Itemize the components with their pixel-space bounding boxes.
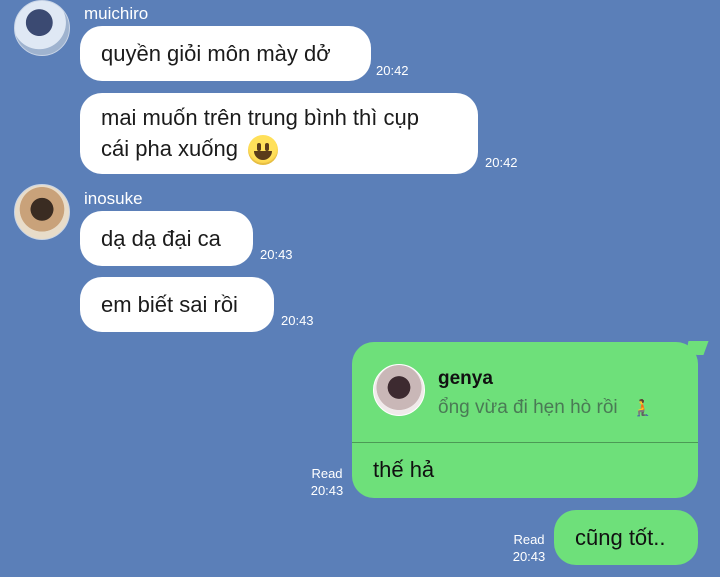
avatar-inosuke[interactable] [14, 184, 70, 240]
reply-avatar-genya [373, 364, 425, 416]
grinning-face-emoji-icon [248, 135, 279, 166]
message-bubble[interactable]: dạ dạ đại ca [80, 211, 253, 266]
message-bubble[interactable]: em biết sai rồi [80, 277, 274, 332]
reply-sender-name: genya [438, 368, 493, 389]
read-label: Read [311, 466, 343, 481]
reply-quoted-text-row: ổng vừa đi hẹn hò rồi 🧎 [438, 397, 653, 419]
message-bubble[interactable]: cũng tốt.. [554, 510, 698, 565]
message-time: 20:43 [281, 313, 314, 328]
message-time: 20:42 [376, 63, 409, 78]
reply-message-bubble[interactable]: genya ổng vừa đi hẹn hò rồi 🧎 thế hả [352, 342, 698, 498]
message-time: 20:43 [512, 549, 546, 564]
reply-divider [352, 442, 698, 443]
person-kneeling-emoji-icon: 🧎 [632, 400, 653, 417]
message-read-status: Read 20:43 [511, 531, 547, 565]
message-read-status: Read 20:43 [309, 465, 345, 499]
message-text: thế hả [373, 457, 435, 482]
message-bubble[interactable]: quyền giỏi môn mày dở [80, 26, 371, 81]
message-time: 20:43 [310, 483, 344, 498]
reply-quoted-text: ổng vừa đi hẹn hò rồi [438, 397, 618, 418]
message-text-line: mai muốn trên trung bình thì cụp [101, 105, 419, 130]
avatar-muichiro[interactable] [14, 0, 70, 56]
message-time: 20:42 [485, 155, 518, 170]
message-text: dạ dạ đại ca [101, 226, 221, 251]
message-text: cũng tốt.. [575, 525, 666, 550]
message-time: 20:43 [260, 247, 293, 262]
message-text-line: cái pha xuống [101, 136, 238, 161]
sender-name-inosuke: inosuke [84, 189, 143, 208]
sender-name-muichiro: muichiro [84, 4, 149, 23]
message-text: em biết sai rồi [101, 292, 238, 317]
read-label: Read [513, 532, 545, 547]
message-bubble[interactable]: mai muốn trên trung bình thì cụp cái pha… [80, 93, 478, 174]
message-text: quyền giỏi môn mày dở [101, 41, 331, 66]
